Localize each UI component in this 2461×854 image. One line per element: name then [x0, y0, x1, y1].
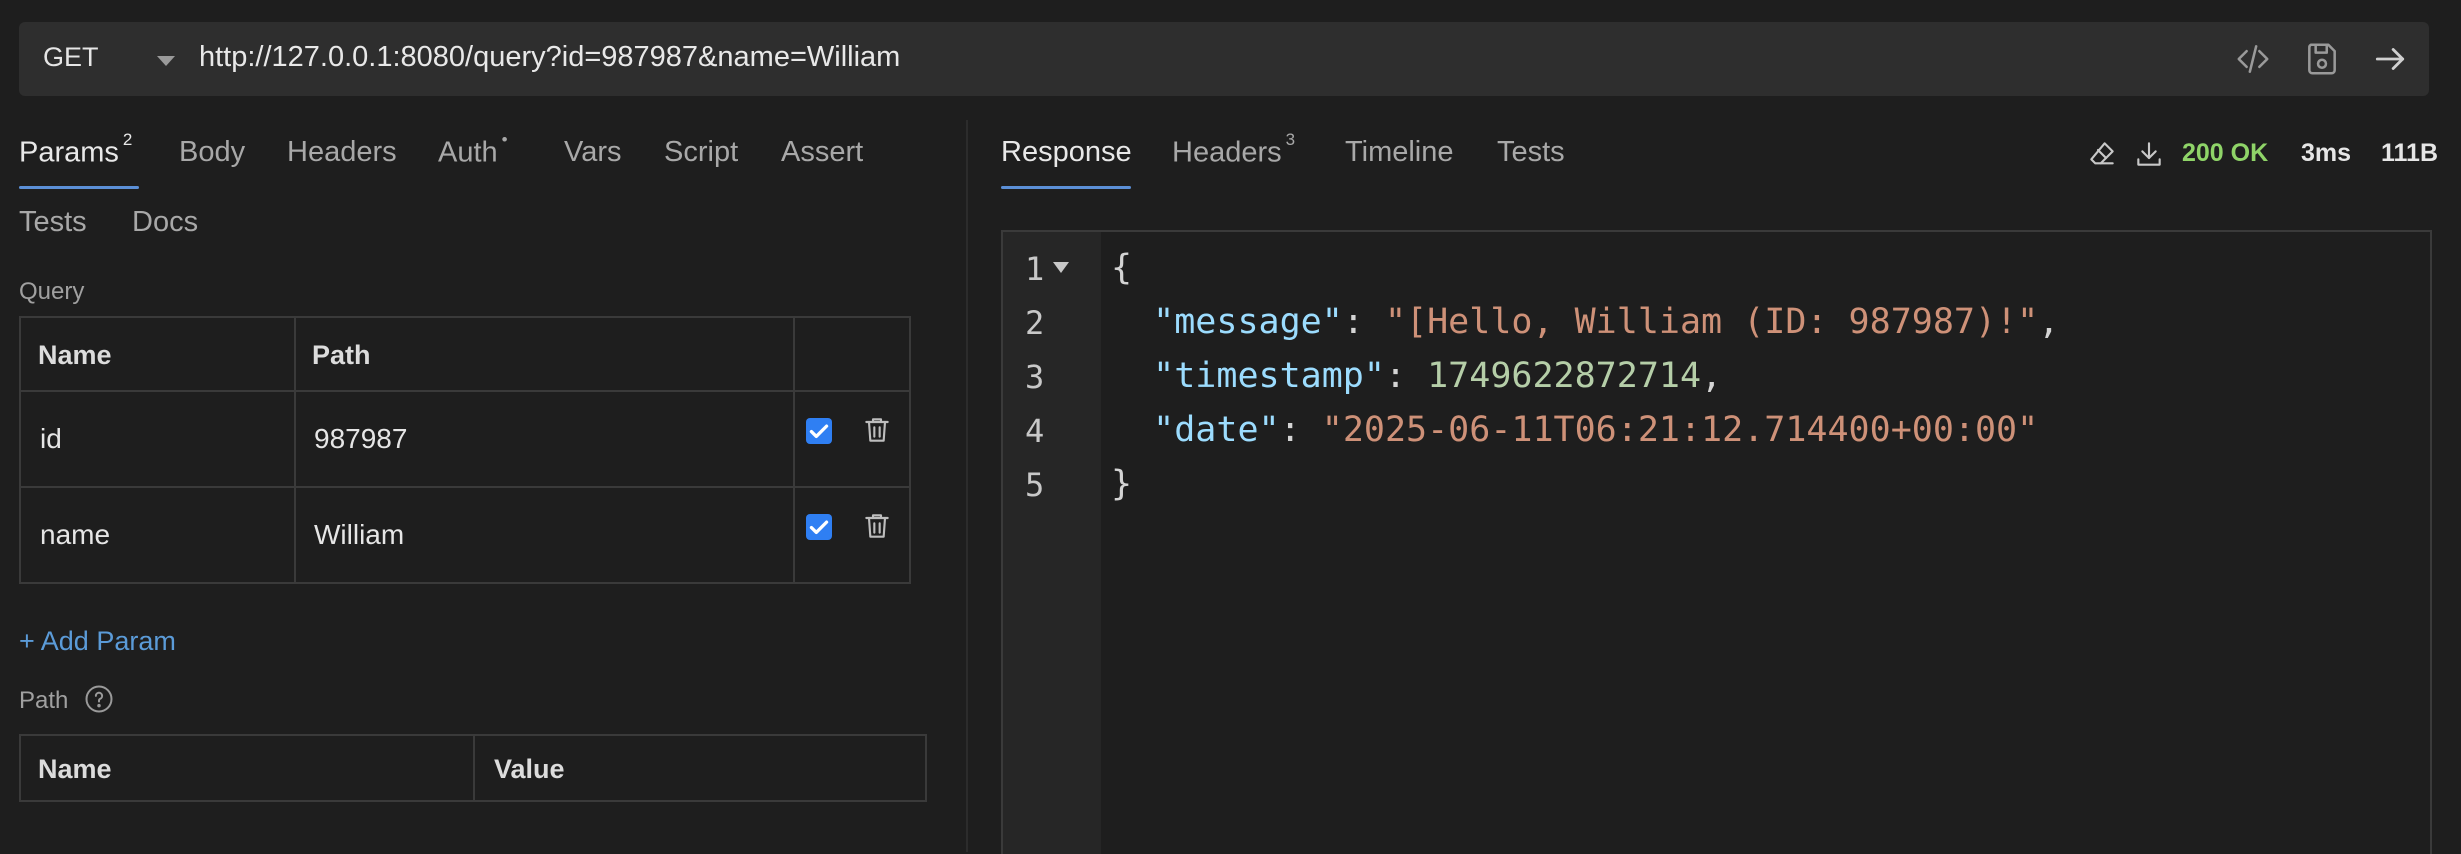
trash-icon[interactable] [861, 413, 893, 447]
code-line: "date": "2025-06-11T06:21:12.714400+00:0… [1153, 410, 2039, 450]
tab-body[interactable]: Body [179, 136, 245, 169]
path-section-label: Path [19, 687, 69, 714]
url-input[interactable]: http://127.0.0.1:8080/query?id=987987&na… [199, 41, 900, 74]
param-value-input[interactable]: 987987 [314, 423, 407, 455]
tab-tests[interactable]: Tests [19, 206, 87, 239]
tab-script[interactable]: Script [664, 136, 738, 169]
tab-vars[interactable]: Vars [564, 136, 621, 169]
param-enabled-checkbox[interactable] [806, 514, 832, 540]
response-body-viewer[interactable]: 1 2 3 4 5 { "message": "[Hello, William … [1001, 230, 2432, 854]
column-header-name: Name [38, 754, 112, 784]
row-divider [21, 486, 909, 488]
line-number: 2 [1025, 304, 1045, 342]
param-value-input[interactable]: William [314, 519, 404, 551]
tab-response[interactable]: Response [1001, 136, 1132, 169]
column-divider [793, 318, 795, 582]
code-line: "timestamp": 1749622872714, [1153, 356, 1723, 396]
tab-params[interactable]: Params 2 [19, 130, 132, 170]
tab-badge: 3 [1285, 130, 1296, 149]
method-selector[interactable]: GET [43, 42, 99, 73]
json-value: "[Hello, William (ID: 987987)!" [1384, 302, 2039, 342]
download-icon[interactable] [2133, 138, 2165, 170]
response-time: 3ms [2301, 139, 2352, 167]
tab-timeline[interactable]: Timeline [1345, 136, 1454, 169]
save-icon[interactable] [2303, 40, 2341, 78]
tab-headers[interactable]: Headers [287, 136, 397, 169]
arrow-right-icon[interactable] [2371, 40, 2409, 78]
json-value: "2025-06-11T06:21:12.714400+00:00" [1321, 410, 2039, 450]
column-header-name: Name [38, 340, 112, 370]
chevron-down-icon[interactable] [157, 56, 175, 66]
line-number: 4 [1025, 412, 1045, 450]
tab-auth[interactable]: Auth • [438, 130, 508, 170]
pane-divider[interactable] [966, 120, 968, 852]
json-key: "date" [1153, 410, 1280, 450]
line-number: 3 [1025, 358, 1045, 396]
tab-response-tests[interactable]: Tests [1497, 136, 1565, 169]
tab-label: Auth [438, 136, 498, 169]
line-number: 5 [1025, 466, 1045, 504]
code-icon[interactable] [2234, 40, 2272, 78]
tab-assert[interactable]: Assert [781, 136, 863, 169]
eraser-icon[interactable] [2086, 138, 2118, 170]
column-divider [294, 318, 296, 582]
question-icon[interactable] [84, 684, 114, 714]
code-line: } [1111, 464, 1133, 504]
fold-toggle-icon[interactable] [1053, 262, 1069, 273]
line-number: 1 [1025, 250, 1045, 288]
tab-label: Params [19, 136, 119, 169]
column-divider [473, 736, 475, 800]
query-params-table: Name Path id 987987 name William [19, 316, 911, 584]
trash-icon[interactable] [861, 509, 893, 543]
json-key: "timestamp" [1153, 356, 1385, 396]
column-header-value: Value [494, 754, 565, 784]
tab-badge: 2 [122, 130, 133, 149]
active-tab-indicator [1001, 186, 1131, 189]
row-divider [21, 390, 909, 392]
response-size: 111B [2381, 139, 2439, 167]
column-header-path: Path [312, 340, 371, 370]
param-enabled-checkbox[interactable] [806, 418, 832, 444]
json-punct: , [1701, 356, 1723, 396]
active-tab-indicator [19, 186, 139, 189]
line-number-gutter [1003, 232, 1101, 854]
tab-response-headers[interactable]: Headers 3 [1172, 130, 1295, 170]
code-line: "message": "[Hello, William (ID: 987987)… [1153, 302, 2060, 342]
path-params-table: Name Value [19, 734, 927, 802]
param-name-input[interactable]: name [40, 519, 110, 551]
json-key: "message" [1153, 302, 1343, 342]
tab-badge: • [501, 130, 508, 149]
request-url-bar: GET http://127.0.0.1:8080/query?id=98798… [19, 22, 2429, 96]
status-badge: 200 OK [2182, 139, 2269, 167]
add-param-button[interactable]: + Add Param [19, 626, 176, 657]
json-punct: , [2038, 302, 2060, 342]
code-line: { [1111, 248, 1133, 288]
tab-docs[interactable]: Docs [132, 206, 198, 239]
tab-label: Headers [1172, 136, 1282, 169]
json-value: 1749622872714 [1427, 356, 1702, 396]
query-section-label: Query [19, 278, 85, 305]
param-name-input[interactable]: id [40, 423, 62, 455]
